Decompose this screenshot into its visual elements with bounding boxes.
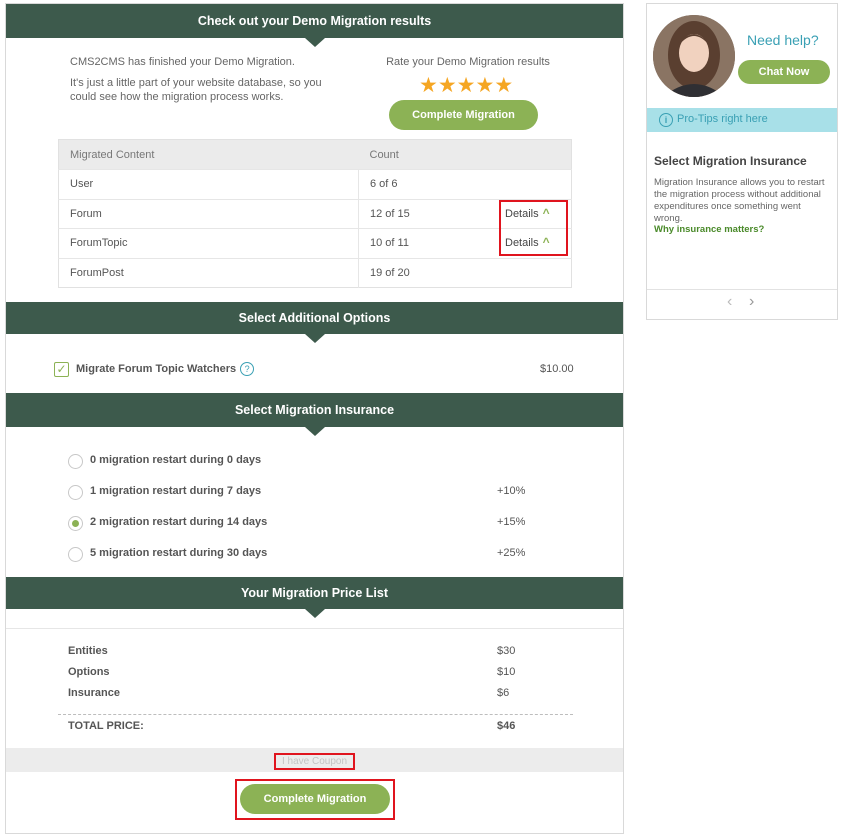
next-tip-arrow-icon[interactable]: › [749, 293, 754, 311]
avatar-image [653, 15, 735, 97]
total-price-label: TOTAL PRICE: [68, 720, 144, 732]
rate-label: Rate your Demo Migration results [386, 56, 550, 68]
demo-finished-text: CMS2CMS has finished your Demo Migration… [70, 56, 295, 68]
content-cell: User [58, 169, 359, 199]
table-row: User 6 of 6 [58, 169, 572, 199]
table-header-row: Migrated Content Count [58, 139, 572, 170]
price-list-title: Your Migration Price List [240, 586, 388, 600]
migrated-content-table: Migrated Content Count User 6 of 6 Forum… [58, 139, 572, 288]
insurance-radio-2[interactable] [68, 516, 83, 531]
insurance-option-label: 0 migration restart during 0 days [90, 454, 262, 466]
insurance-label: Insurance [68, 687, 120, 699]
prev-tip-arrow-icon[interactable]: ‹ [727, 293, 732, 311]
tip-title: Select Migration Insurance [654, 154, 807, 168]
insurance-title: Select Migration Insurance [234, 403, 395, 417]
need-help-text: Need help? [747, 32, 819, 48]
band-notch [304, 609, 325, 618]
demo-part-text: It's just a little part of your website … [70, 77, 322, 103]
insurance-radio-3[interactable] [68, 547, 83, 562]
topic-watchers-label: Migrate Forum Topic Watchers [76, 363, 237, 375]
content-cell: ForumPost [58, 257, 359, 288]
insurance-option-pct: +15% [497, 516, 526, 528]
additional-options-band: Select Additional Options [6, 302, 623, 343]
entities-label: Entities [68, 645, 108, 657]
insurance-option-label: 5 migration restart during 30 days [90, 547, 268, 559]
insurance-band: Select Migration Insurance [6, 393, 623, 436]
main-panel: Check out your Demo Migration results CM… [5, 3, 624, 834]
demo-results-band: Check out your Demo Migration results [6, 4, 623, 47]
table-row: Forum 12 of 15 [58, 198, 572, 229]
header-count: Count [358, 139, 572, 170]
help-icon[interactable]: ? [240, 362, 255, 376]
total-price-value: $46 [497, 720, 516, 732]
insurance-radio-0[interactable] [68, 454, 83, 469]
demo-results-title: Check out your Demo Migration results [197, 14, 432, 28]
entities-value: $30 [497, 645, 516, 657]
star-icon[interactable]: ★ [419, 74, 438, 97]
complete-migration-button-top[interactable]: Complete Migration [389, 100, 538, 130]
star-icon[interactable]: ★ [475, 74, 494, 97]
content-cell: ForumTopic [58, 228, 359, 258]
insurance-radio-1[interactable] [68, 485, 83, 500]
total-divider [58, 714, 573, 715]
band-notch [304, 38, 325, 47]
insurance-option-pct: +25% [497, 547, 526, 559]
count-cell: 19 of 20 [358, 257, 572, 288]
tip-body: Migration Insurance allows you to restar… [654, 177, 825, 224]
table-row: ForumTopic 10 of 11 [58, 228, 572, 258]
avatar [653, 15, 735, 97]
help-sidebar: Need help? Chat Now i Pro-Tips right her… [646, 3, 838, 320]
topic-watchers-option: Migrate Forum Topic Watchers? [76, 362, 255, 376]
topic-watchers-checkbox[interactable]: ✓ [54, 362, 69, 377]
band-notch [304, 427, 325, 436]
details-highlight-box [499, 200, 568, 256]
insurance-option-pct: +10% [497, 485, 526, 497]
rating-stars[interactable]: ★★★★★ [419, 73, 513, 98]
price-list-band: Your Migration Price List [6, 577, 623, 618]
insurance-option-label: 1 migration restart during 7 days [90, 485, 262, 497]
table-row: ForumPost 19 of 20 [58, 257, 572, 288]
band-notch [304, 334, 325, 343]
topic-watchers-price: $10.00 [540, 363, 574, 375]
options-label: Options [68, 666, 110, 678]
star-icon[interactable]: ★ [494, 74, 513, 97]
star-icon[interactable]: ★ [438, 74, 457, 97]
star-icon[interactable]: ★ [457, 74, 476, 97]
pro-tips-text: Pro-Tips right here [677, 113, 768, 125]
divider [647, 289, 837, 290]
options-value: $10 [497, 666, 516, 678]
chat-now-button[interactable]: Chat Now [738, 60, 830, 84]
header-migrated-content: Migrated Content [58, 139, 359, 170]
insurance-value: $6 [497, 687, 510, 699]
additional-options-title: Select Additional Options [238, 311, 391, 325]
pro-tips-bar: i Pro-Tips right here [647, 108, 837, 132]
divider [6, 628, 623, 629]
tip-link[interactable]: Why insurance matters? [654, 224, 764, 235]
complete-migration-button-bottom[interactable]: Complete Migration [240, 784, 390, 814]
content-cell: Forum [58, 198, 359, 229]
coupon-link[interactable]: I have Coupon [274, 753, 355, 770]
count-cell: 6 of 6 [358, 169, 572, 199]
info-icon: i [659, 113, 673, 127]
insurance-option-label: 2 migration restart during 14 days [90, 516, 268, 528]
